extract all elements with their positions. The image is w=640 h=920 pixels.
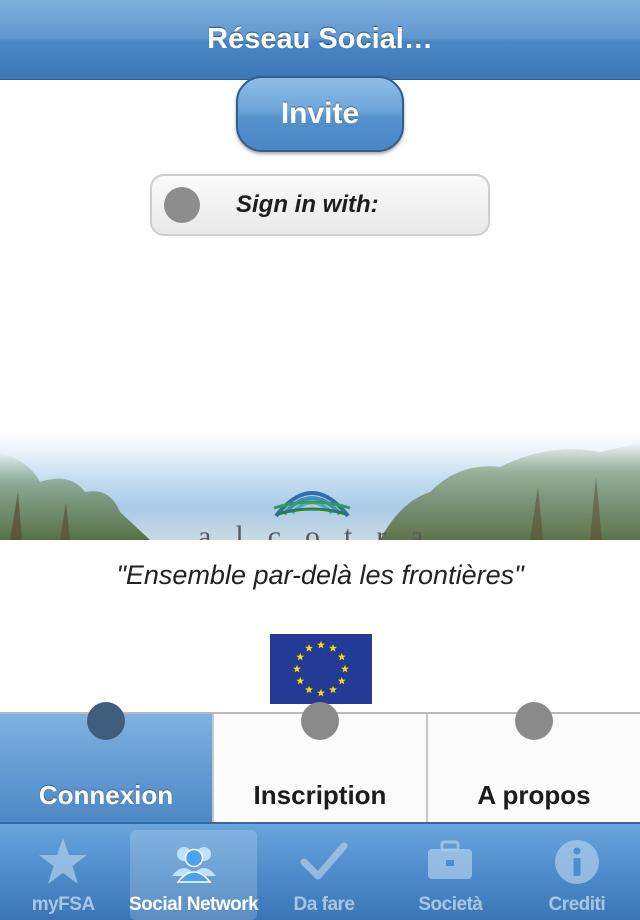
tab-da-fare[interactable]: Da fare	[261, 824, 387, 920]
briefcase-icon	[428, 840, 473, 879]
alcotra-banner: alcotra	[0, 432, 640, 540]
tab-crediti[interactable]: Crediti	[514, 824, 640, 920]
alcotra-logo-text: alcotra	[198, 520, 448, 540]
tab-label: Social Network	[129, 894, 259, 915]
segment-label: Connexion	[38, 780, 174, 810]
sign-in-with-label: Sign in with:	[236, 191, 379, 218]
toggle-indicator-dot	[164, 187, 200, 223]
invite-button[interactable]: Invite	[236, 76, 404, 152]
trees-left-image	[0, 452, 150, 540]
sign-in-with-toggle[interactable]: Sign in with:	[150, 174, 490, 236]
tab-label: Crediti	[548, 894, 606, 915]
tagline: "Ensemble par-delà les frontières"	[116, 560, 524, 590]
navigation-bar: Réseau Social…	[0, 0, 640, 80]
tab-myfsa[interactable]: myFSA	[0, 824, 126, 920]
segment-connexion[interactable]: Connexion	[0, 702, 214, 822]
eu-flag-icon	[270, 634, 372, 704]
tab-label: Da fare	[293, 894, 355, 915]
segment-label: Inscription	[253, 780, 387, 810]
page-title: Réseau Social…	[207, 23, 433, 55]
info-icon	[554, 840, 599, 884]
checkmark-icon	[300, 842, 348, 880]
star-icon	[39, 838, 88, 884]
segmented-control: Connexion Inscription A propos	[0, 702, 640, 822]
people-icon	[171, 847, 216, 883]
segment-indicator-dot	[515, 702, 553, 740]
segment-label: A propos	[477, 780, 591, 810]
tab-social-network[interactable]: Social Network	[129, 830, 259, 920]
alcotra-logo-icon	[273, 491, 351, 518]
tab-label: myFSA	[31, 894, 95, 915]
segment-indicator-dot	[87, 702, 125, 740]
tab-label: Società	[418, 894, 483, 915]
segment-inscription[interactable]: Inscription	[214, 702, 428, 822]
tab-societa[interactable]: Società	[387, 824, 513, 920]
segment-indicator-dot	[301, 702, 339, 740]
segment-a-propos[interactable]: A propos	[428, 702, 640, 822]
tab-bar: myFSA Social Network Da fare Società Cre…	[0, 822, 640, 920]
